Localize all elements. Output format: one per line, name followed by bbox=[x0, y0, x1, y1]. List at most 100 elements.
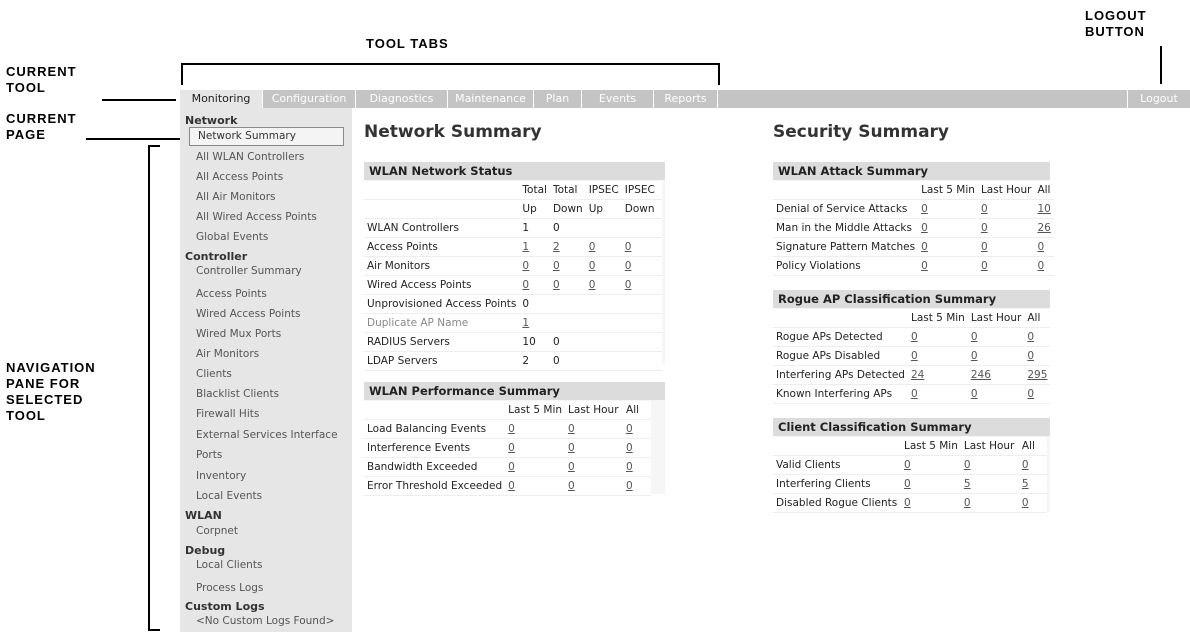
nav-item-all-wlan-controllers[interactable]: All WLAN Controllers bbox=[196, 151, 304, 163]
count-link[interactable]: 0 bbox=[553, 279, 560, 291]
count-link[interactable]: 0 bbox=[522, 260, 529, 272]
count-link[interactable]: 24 bbox=[911, 369, 924, 381]
column-header bbox=[773, 437, 901, 456]
count-link[interactable]: 0 bbox=[508, 442, 515, 454]
count-link[interactable]: 246 bbox=[971, 369, 991, 381]
count-link[interactable]: 0 bbox=[904, 459, 911, 471]
tab-reports[interactable]: Reports bbox=[654, 90, 718, 108]
count-link[interactable]: 0 bbox=[964, 459, 971, 471]
count-link[interactable]: 0 bbox=[911, 350, 918, 362]
nav-item-wired-access-points[interactable]: Wired Access Points bbox=[196, 308, 300, 320]
nav-item-firewall-hits[interactable]: Firewall Hits bbox=[196, 408, 259, 420]
count-link[interactable]: 10 bbox=[1037, 203, 1050, 215]
row-label: Valid Clients bbox=[773, 455, 901, 475]
count-link[interactable]: 0 bbox=[508, 461, 515, 473]
count-link[interactable]: 0 bbox=[921, 241, 928, 253]
nav-group-controller: Controller bbox=[185, 250, 248, 263]
nav-item-all-wired-access-points[interactable]: All Wired Access Points bbox=[196, 211, 317, 223]
count-link[interactable]: 0 bbox=[626, 423, 633, 435]
count-link[interactable]: 0 bbox=[1027, 388, 1034, 400]
count-link[interactable]: 0 bbox=[921, 203, 928, 215]
count-link[interactable]: 0 bbox=[1037, 241, 1044, 253]
nav-item-local-clients[interactable]: Local Clients bbox=[196, 559, 262, 571]
count-link[interactable]: 295 bbox=[1027, 369, 1047, 381]
count-link[interactable]: 0 bbox=[981, 203, 988, 215]
count-link[interactable]: 0 bbox=[508, 480, 515, 492]
count-link[interactable]: 0 bbox=[522, 279, 529, 291]
table-cell: 0 bbox=[505, 419, 566, 439]
count-link[interactable]: 26 bbox=[1037, 222, 1050, 234]
nav-item-wired-mux-ports[interactable]: Wired Mux Ports bbox=[196, 328, 281, 340]
count-link[interactable]: 2 bbox=[553, 241, 560, 253]
count-link[interactable]: 0 bbox=[911, 388, 918, 400]
count-link[interactable]: 0 bbox=[626, 461, 633, 473]
count-link[interactable]: 0 bbox=[1022, 497, 1029, 509]
count-link[interactable]: 0 bbox=[1037, 260, 1044, 272]
count-link[interactable]: 0 bbox=[589, 241, 596, 253]
count-link[interactable]: 0 bbox=[921, 260, 928, 272]
logout-button[interactable]: Logout bbox=[1127, 90, 1190, 108]
count-link[interactable]: 0 bbox=[626, 442, 633, 454]
tab-diagnostics[interactable]: Diagnostics bbox=[356, 90, 448, 108]
count-link[interactable]: 0 bbox=[553, 260, 560, 272]
count-link[interactable]: 0 bbox=[904, 497, 911, 509]
count-link[interactable]: 0 bbox=[971, 388, 978, 400]
count-link[interactable]: 0 bbox=[981, 260, 988, 272]
nav-item-global-events[interactable]: Global Events bbox=[196, 231, 268, 243]
nav-item-network-summary[interactable]: Network Summary bbox=[189, 127, 344, 146]
table-cell bbox=[585, 313, 622, 333]
count-link[interactable]: 0 bbox=[568, 480, 575, 492]
tab-plan[interactable]: Plan bbox=[534, 90, 582, 108]
count-link[interactable]: 0 bbox=[508, 423, 515, 435]
nav-item-blacklist-clients[interactable]: Blacklist Clients bbox=[196, 388, 279, 400]
count-link[interactable]: 0 bbox=[589, 260, 596, 272]
count-link[interactable]: 5 bbox=[964, 478, 971, 490]
count-link[interactable]: 1 bbox=[522, 317, 529, 329]
count-link[interactable]: 0 bbox=[911, 331, 918, 343]
count-link[interactable]: 0 bbox=[626, 480, 633, 492]
count-link[interactable]: 1 bbox=[522, 241, 529, 253]
nav-item-access-points[interactable]: Access Points bbox=[196, 288, 267, 300]
count-link[interactable]: 0 bbox=[981, 241, 988, 253]
count-link[interactable]: 0 bbox=[625, 260, 632, 272]
count-link[interactable]: 5 bbox=[1022, 478, 1029, 490]
tab-maintenance[interactable]: Maintenance bbox=[448, 90, 534, 108]
current-tool-callout: Current Tool bbox=[6, 64, 77, 96]
count-link[interactable]: 0 bbox=[1027, 350, 1034, 362]
nav-item-clients[interactable]: Clients bbox=[196, 368, 232, 380]
count-link[interactable]: 0 bbox=[964, 497, 971, 509]
count-link[interactable]: 0 bbox=[625, 241, 632, 253]
count-link[interactable]: 0 bbox=[1022, 459, 1029, 471]
nav-item-all-air-monitors[interactable]: All Air Monitors bbox=[196, 191, 276, 203]
nav-item-air-monitors[interactable]: Air Monitors bbox=[196, 348, 259, 360]
count-link[interactable]: 0 bbox=[625, 279, 632, 291]
row-label: Rogue APs Disabled bbox=[773, 346, 908, 366]
tab-events[interactable]: Events bbox=[582, 90, 654, 108]
count-link[interactable]: 0 bbox=[589, 279, 596, 291]
count-link[interactable]: 0 bbox=[971, 350, 978, 362]
table-row: Signature Pattern Matches 0 0 0 bbox=[773, 237, 1054, 257]
nav-item-all-access-points[interactable]: All Access Points bbox=[196, 171, 283, 183]
nav-item-corpnet[interactable]: Corpnet bbox=[196, 525, 238, 537]
count-link[interactable]: 0 bbox=[568, 442, 575, 454]
count-link[interactable]: 0 bbox=[921, 222, 928, 234]
nav-item-inventory[interactable]: Inventory bbox=[196, 470, 246, 482]
count-link[interactable]: 0 bbox=[971, 331, 978, 343]
tab-monitoring[interactable]: Monitoring bbox=[180, 90, 263, 108]
nav-item-controller-summary[interactable]: Controller Summary bbox=[196, 265, 302, 277]
row-label: Signature Pattern Matches bbox=[773, 237, 919, 257]
nav-item-process-logs[interactable]: Process Logs bbox=[196, 582, 263, 594]
tab-configuration[interactable]: Configuration bbox=[263, 90, 356, 108]
count-link[interactable]: 0 bbox=[904, 478, 911, 490]
count-link[interactable]: 0 bbox=[568, 461, 575, 473]
current-page-pointer bbox=[86, 138, 188, 140]
wlan-attack-panel: WLAN Attack Summary Last 5 Min Last Hour A… bbox=[773, 162, 1054, 276]
count-link[interactable]: 0 bbox=[568, 423, 575, 435]
count-link[interactable]: 0 bbox=[981, 222, 988, 234]
nav-item-ports[interactable]: Ports bbox=[196, 449, 222, 461]
table-cell bbox=[549, 294, 586, 314]
nav-item-external-services-interface[interactable]: External Services Interface bbox=[196, 429, 338, 441]
count-link[interactable]: 0 bbox=[1027, 331, 1034, 343]
network-summary-title: Network Summary bbox=[364, 122, 542, 142]
nav-item-local-events[interactable]: Local Events bbox=[196, 490, 262, 502]
